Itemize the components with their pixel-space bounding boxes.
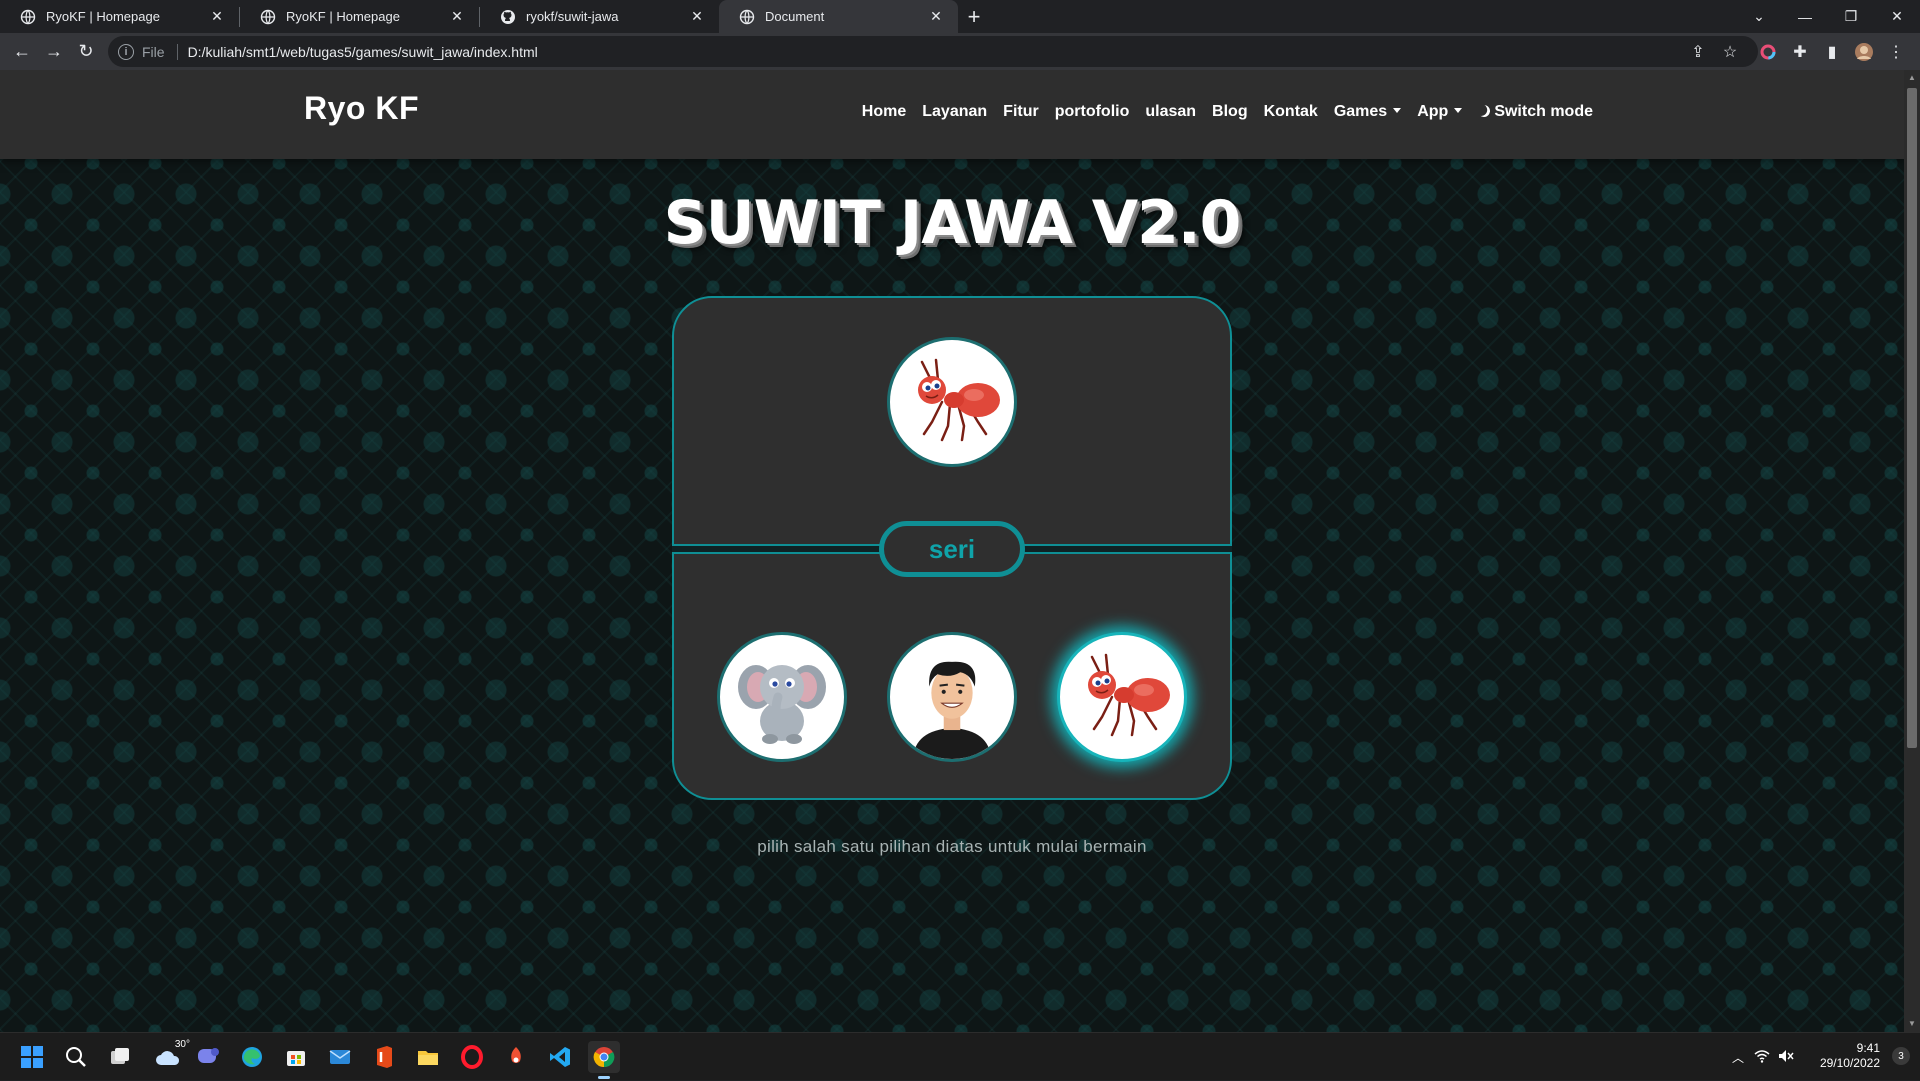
file-explorer-icon[interactable] — [412, 1041, 444, 1073]
opera-icon[interactable] — [456, 1041, 488, 1073]
share-icon[interactable]: ⇪ — [1682, 36, 1714, 68]
choice-ant-selected[interactable] — [1057, 632, 1187, 762]
elephant-icon — [738, 665, 826, 744]
url-text[interactable]: D:/kuliah/smt1/web/tugas5/games/suwit_ja… — [188, 44, 538, 60]
windows-start-icon[interactable] — [16, 1041, 48, 1073]
tab-title: RyoKF | Homepage — [46, 9, 160, 24]
url-separator — [176, 43, 178, 60]
chrome-icon[interactable] — [588, 1041, 620, 1079]
menu-item-app-dropdown[interactable]: App — [1417, 103, 1462, 121]
menu-item-layanan[interactable]: Layanan — [922, 103, 987, 121]
back-arrow-icon[interactable]: ← — [6, 36, 38, 68]
browser-tab-2[interactable]: RyoKF | Homepage ✕ — [240, 0, 479, 33]
close-tab-icon[interactable]: ✕ — [209, 8, 225, 25]
menu-item-ulasan[interactable]: ulasan — [1145, 103, 1196, 121]
tab-title: RyoKF | Homepage — [286, 9, 400, 24]
edge-browser-icon[interactable] — [236, 1041, 268, 1073]
switch-mode-label: Switch mode — [1494, 103, 1593, 120]
puzzle-extensions-icon[interactable]: ✚ — [1784, 36, 1816, 68]
globe-icon — [260, 9, 276, 24]
new-tab-button[interactable]: + — [958, 0, 990, 33]
person-icon — [912, 661, 992, 759]
browser-tab-1[interactable]: RyoKF | Homepage ✕ — [0, 0, 239, 33]
system-tray: ︿ — [1726, 1033, 1798, 1081]
menu-item-fitur[interactable]: Fitur — [1003, 103, 1039, 121]
menu-item-portofolio[interactable]: portofolio — [1055, 103, 1130, 121]
result-badge: seri — [879, 521, 1025, 577]
close-tab-icon[interactable]: ✕ — [928, 8, 944, 25]
choice-person[interactable] — [887, 632, 1017, 762]
site-brand[interactable]: Ryo KF — [304, 90, 419, 127]
teams-chat-icon[interactable] — [192, 1041, 224, 1073]
forward-arrow-icon[interactable]: → — [38, 36, 70, 68]
weather-temp: 30° — [174, 1039, 190, 1050]
volume-muted-icon[interactable] — [1774, 1049, 1798, 1066]
wifi-icon[interactable] — [1750, 1049, 1774, 1066]
menu-item-blog[interactable]: Blog — [1212, 103, 1248, 121]
clock-date: 29/10/2022 — [1819, 1056, 1880, 1070]
menu-item-games-dropdown[interactable]: Games — [1334, 103, 1401, 121]
extensions-area: ✚ ▮ ⋮ — [1752, 33, 1912, 70]
window-close-icon[interactable]: ✕ — [1874, 0, 1920, 33]
bookmark-star-icon[interactable]: ☆ — [1714, 36, 1746, 68]
scroll-up-arrow-icon[interactable]: ▲ — [1904, 70, 1920, 86]
menu-item-home[interactable]: Home — [862, 103, 906, 121]
ant-icon — [1088, 653, 1170, 737]
close-tab-icon[interactable]: ✕ — [689, 8, 705, 25]
weather-widget[interactable]: 30° — [148, 1039, 190, 1073]
mail-icon[interactable] — [324, 1041, 356, 1073]
computer-choice-ant — [887, 337, 1017, 467]
choice-elephant[interactable] — [717, 632, 847, 762]
reload-icon[interactable]: ↻ — [70, 36, 102, 68]
github-icon — [501, 9, 515, 24]
browser-tab-3[interactable]: ryokf/suwit-jawa ✕ — [480, 0, 719, 33]
menu-item-kontak[interactable]: Kontak — [1264, 103, 1318, 121]
instruction-text: pilih salah satu pilihan diatas untuk mu… — [757, 837, 1147, 856]
switch-mode-button[interactable]: Switch mode — [1478, 103, 1593, 121]
ant-icon — [918, 358, 1000, 442]
system-clock[interactable]: 9:41 29/10/2022 — [1820, 1041, 1880, 1071]
site-navbar: Ryo KF Home Layanan Fitur portofolio ula… — [0, 70, 1904, 159]
cloud-icon — [156, 1051, 180, 1065]
game-title: SUWIT JAWA V2.0 — [663, 188, 1242, 258]
site-menu: Home Layanan Fitur portofolio ulasan Blo… — [862, 103, 1593, 121]
globe-icon — [20, 9, 36, 24]
color-picker-extension-icon[interactable] — [1752, 36, 1784, 68]
close-tab-icon[interactable]: ✕ — [449, 8, 465, 25]
info-icon[interactable]: i — [118, 43, 134, 60]
globe-icon — [739, 9, 755, 24]
url-scheme: File — [142, 43, 165, 60]
tab-title: Document — [765, 9, 825, 24]
restore-icon[interactable]: ❐ — [1828, 0, 1874, 33]
search-icon[interactable] — [60, 1041, 92, 1073]
moon-icon — [1477, 103, 1492, 118]
windows-taskbar: 30° ︿ 9:41 29/10/2022 3 — [0, 1032, 1920, 1080]
side-panel-icon[interactable]: ▮ — [1816, 36, 1848, 68]
clock-time: 9:41 — [1856, 1041, 1880, 1055]
address-bar[interactable]: i File D:/kuliah/smt1/web/tugas5/games/s… — [108, 36, 1758, 67]
minimize-icon[interactable]: — — [1782, 0, 1828, 33]
tab-search-icon[interactable]: ⌄ — [1736, 0, 1782, 33]
scrollbar-thumb[interactable] — [1907, 88, 1917, 748]
omnibox-actions: ⇪ ☆ — [1682, 33, 1746, 70]
profile-avatar-icon[interactable] — [1848, 36, 1880, 68]
notification-badge[interactable]: 3 — [1892, 1047, 1910, 1065]
tab-title: ryokf/suwit-jawa — [526, 9, 619, 24]
office-icon[interactable] — [368, 1041, 400, 1073]
page-viewport: Ryo KF Home Layanan Fitur portofolio ula… — [0, 70, 1904, 1032]
vscode-icon[interactable] — [544, 1041, 576, 1073]
git-icon[interactable] — [500, 1041, 532, 1073]
show-hidden-icons-chevron-icon[interactable]: ︿ — [1726, 1049, 1750, 1066]
kebab-menu-icon[interactable]: ⋮ — [1880, 36, 1912, 68]
scroll-down-arrow-icon[interactable]: ▼ — [1904, 1016, 1920, 1032]
browser-toolbar: ← → ↻ i File D:/kuliah/smt1/web/tugas5/g… — [0, 33, 1920, 70]
task-view-icon[interactable] — [104, 1041, 136, 1073]
browser-tab-4[interactable]: Document ✕ — [719, 0, 958, 33]
microsoft-store-icon[interactable] — [280, 1041, 312, 1073]
page-scrollbar[interactable]: ▲ ▼ — [1904, 70, 1920, 1032]
browser-tab-strip: RyoKF | Homepage ✕ RyoKF | Homepage ✕ ry… — [0, 0, 1920, 33]
